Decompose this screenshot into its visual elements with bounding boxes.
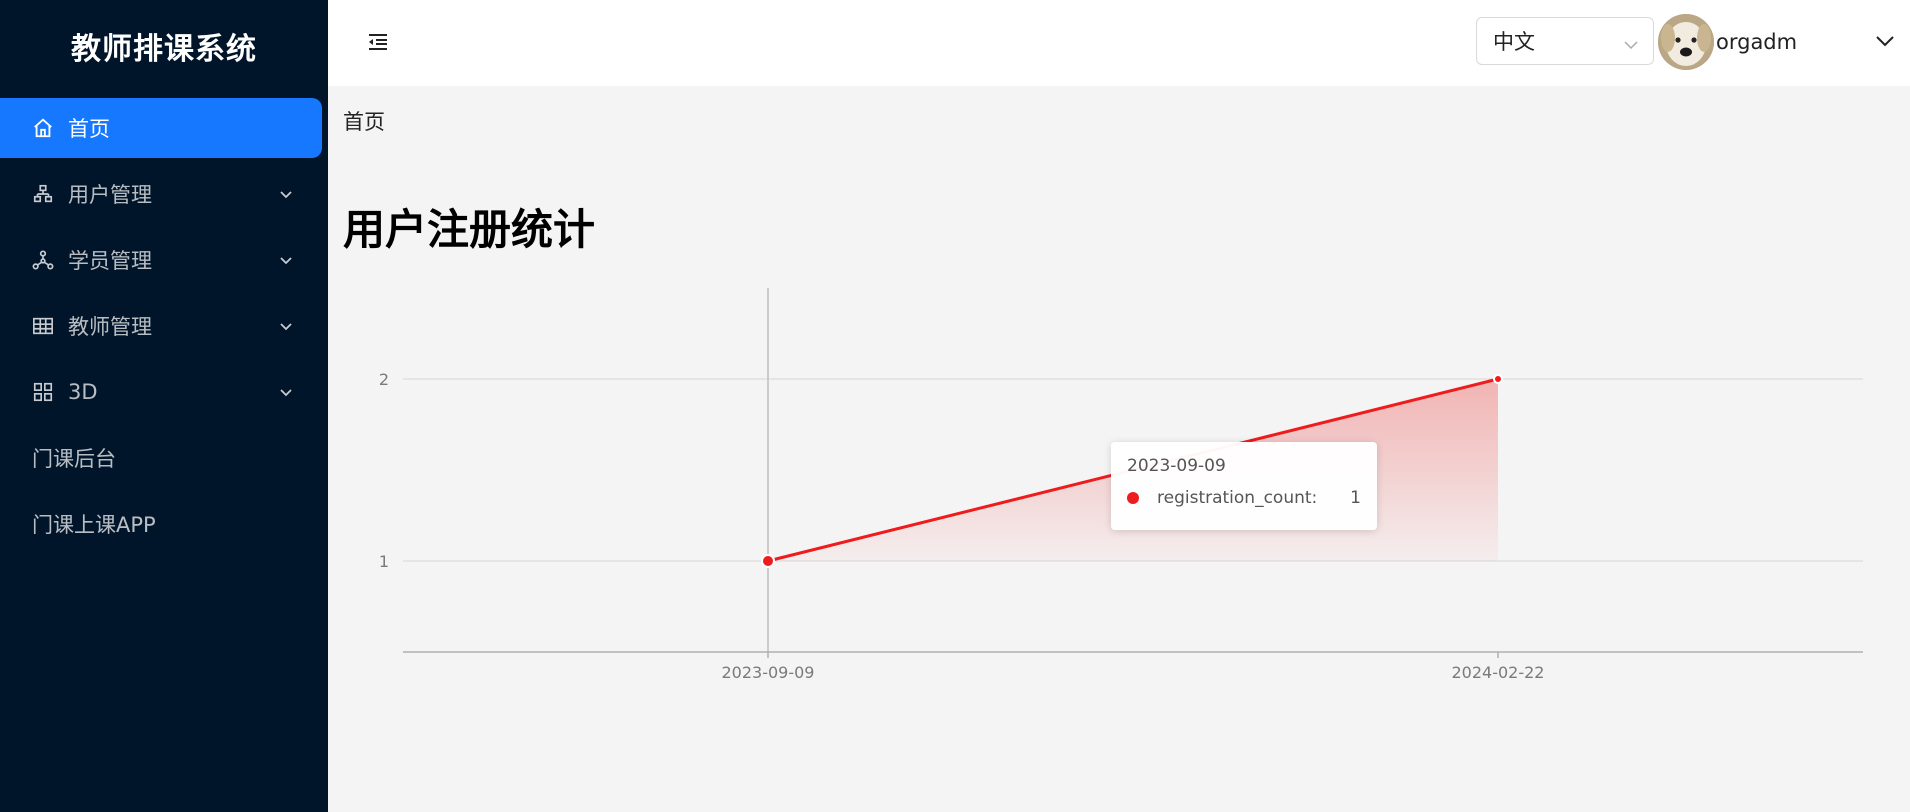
chevron-down-icon	[278, 186, 294, 202]
chart-tooltip: 2023-09-09 registration_count: 1	[1111, 442, 1377, 530]
home-icon	[32, 117, 54, 139]
x-tick-label: 2024-02-22	[1452, 663, 1545, 682]
y-tick-label: 2	[379, 370, 389, 389]
series-marker	[1127, 492, 1139, 504]
chevron-down-icon	[278, 318, 294, 334]
sidebar-item-student-management[interactable]: 学员管理	[0, 230, 322, 290]
sidebar-item-label: 教师管理	[68, 315, 152, 339]
table-grid-icon	[32, 315, 54, 337]
sidebar-item-3d[interactable]: 3D	[0, 362, 322, 422]
sidebar-item-label: 学员管理	[68, 249, 152, 273]
apps-grid-icon	[32, 381, 54, 403]
language-select-value: 中文	[1493, 30, 1535, 54]
data-point	[1493, 374, 1503, 384]
y-tick-label: 1	[379, 552, 389, 571]
sidebar-menu: 首页 用户管理 学员管理 教师管理 3D 门课后台 门课上课APP	[0, 98, 328, 554]
nodes-icon	[32, 249, 54, 271]
x-tick-label: 2023-09-09	[722, 663, 815, 682]
sidebar-item-home[interactable]: 首页	[0, 98, 322, 158]
language-select[interactable]: 中文	[1476, 17, 1654, 65]
org-chart-icon	[32, 183, 54, 205]
chevron-down-icon	[278, 384, 294, 400]
sidebar-item-label: 用户管理	[68, 183, 152, 207]
sidebar-item-user-management[interactable]: 用户管理	[0, 164, 322, 224]
app-title: 教师排课系统	[71, 32, 257, 67]
tooltip-title: 2023-09-09	[1127, 456, 1226, 476]
chevron-down-icon	[278, 252, 294, 268]
top-header: 中文 orgadm	[328, 0, 1910, 86]
menu-fold-icon[interactable]	[364, 28, 392, 56]
tooltip-value: 1	[1350, 488, 1361, 508]
sidebar-item-teacher-management[interactable]: 教师管理	[0, 296, 322, 356]
chevron-down-icon	[1623, 34, 1639, 50]
tooltip-label: registration_count:	[1157, 488, 1318, 508]
avatar[interactable]	[1658, 14, 1714, 70]
tooltip-row: registration_count: 1	[1127, 488, 1361, 508]
sidebar: 教师排课系统 首页 用户管理 学员管理 教师管理 3D 门课后台 门课上课APP	[0, 0, 328, 812]
sidebar-item-label: 首页	[68, 117, 110, 141]
sidebar-item-course-backend[interactable]: 门课后台	[0, 428, 322, 488]
sidebar-item-label: 门课上课APP	[32, 513, 156, 537]
sidebar-item-label: 3D	[68, 380, 98, 404]
user-menu-chevron-icon[interactable]	[1874, 30, 1896, 52]
sidebar-item-label: 门课后台	[32, 447, 116, 471]
username[interactable]: orgadm	[1716, 30, 1797, 54]
sidebar-item-course-app[interactable]: 门课上课APP	[0, 494, 322, 554]
breadcrumb[interactable]: 首页	[343, 106, 385, 136]
page-title: 用户注册统计	[343, 205, 596, 254]
data-point	[761, 554, 775, 568]
